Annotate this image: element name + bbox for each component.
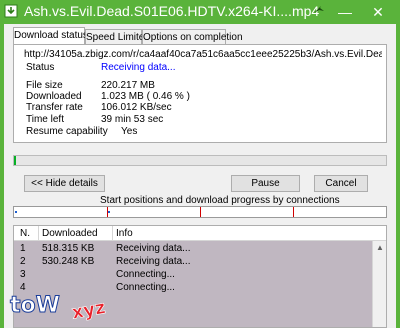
file-size-label: File size [26, 80, 63, 91]
tab-speed-limiter[interactable]: Speed Limiter [85, 29, 148, 45]
status-label: Status [26, 62, 55, 73]
column-header-downloaded[interactable]: Downloaded [42, 228, 98, 239]
column-header-n[interactable]: N. [20, 228, 30, 239]
file-size-value: 220.217 MB [101, 80, 155, 91]
tab-options-on-completion[interactable]: Options on completion [142, 29, 243, 45]
downloaded-value: 1.023 MB ( 0.46 % ) [101, 91, 190, 102]
connection-start-marker [293, 207, 294, 217]
svg-text:xyz: xyz [70, 297, 107, 322]
connection-progress-segment [108, 211, 110, 213]
table-row[interactable]: 2 530.248 KB Receiving data... [14, 256, 372, 269]
connection-start-marker [107, 207, 108, 217]
column-divider[interactable] [112, 226, 113, 241]
time-left-label: Time left [26, 114, 64, 125]
download-progress-fill [14, 156, 16, 165]
row-number: 2 [20, 256, 26, 267]
row-number: 3 [20, 269, 26, 280]
tab-download-status[interactable]: Download status [13, 27, 88, 45]
pause-button[interactable]: Pause [231, 175, 300, 192]
row-downloaded: 518.315 KB [42, 243, 95, 254]
download-url: http://34105a.zbigz.com/r/ca4aaf40ca7a51… [24, 49, 382, 60]
status-value: Receiving data... [101, 62, 176, 73]
resume-capability-value: Yes [121, 126, 138, 137]
title-bar: Ash.vs.Evil.Dead.S01E06.HDTV.x264-KI....… [0, 0, 400, 24]
window-title: Ash.vs.Evil.Dead.S01E06.HDTV.x264-KI....… [24, 3, 320, 19]
pin-icon[interactable] [313, 5, 325, 17]
svg-text:toW: toW [10, 293, 60, 318]
hide-details-button[interactable]: << Hide details [24, 175, 105, 192]
connections-progress-bar [13, 206, 387, 218]
table-row[interactable]: 3 Connecting... [14, 269, 372, 282]
connection-start-marker [200, 207, 201, 217]
close-button[interactable]: ✕ [358, 2, 398, 22]
column-divider[interactable] [38, 226, 39, 241]
scroll-up-arrow-icon[interactable]: ▲ [374, 242, 386, 254]
row-downloaded: 530.248 KB [42, 256, 95, 267]
minimize-button[interactable]: — [332, 2, 358, 22]
transfer-rate-value: 106.012 KB/sec [101, 102, 172, 113]
time-left-value: 39 min 53 sec [101, 114, 164, 125]
table-row[interactable]: 1 518.315 KB Receiving data... [14, 243, 372, 256]
transfer-rate-label: Transfer rate [26, 102, 83, 113]
row-info: Receiving data... [116, 256, 191, 267]
table-header: N. Downloaded Info [14, 226, 386, 241]
table-scrollbar[interactable]: ▲ [372, 241, 386, 327]
row-info: Connecting... [116, 269, 175, 280]
row-info: Receiving data... [116, 243, 191, 254]
row-number: 1 [20, 243, 26, 254]
resume-capability-label: Resume capability [26, 126, 108, 137]
column-header-info[interactable]: Info [116, 228, 133, 239]
download-arrow-icon [4, 4, 18, 18]
connection-progress-segment [15, 211, 17, 213]
connections-label: Start positions and download progress by… [100, 195, 340, 206]
towxyz-logo: toW xyz [10, 293, 108, 323]
download-progress-bar [13, 155, 387, 166]
cancel-button[interactable]: Cancel [314, 175, 368, 192]
downloaded-label: Downloaded [26, 91, 82, 102]
